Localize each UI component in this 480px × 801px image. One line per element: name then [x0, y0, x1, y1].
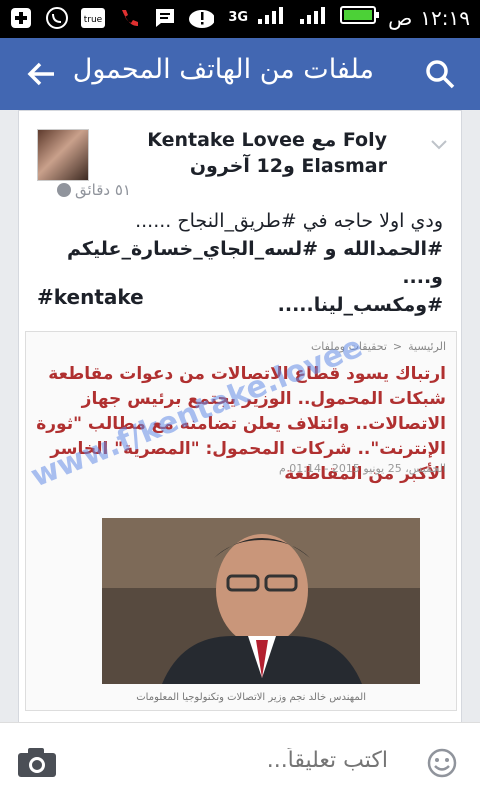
comment-input[interactable]: [86, 747, 390, 774]
breadcrumb-separator: <: [392, 340, 403, 353]
comment-composer: [0, 722, 480, 801]
emoji-icon[interactable]: [426, 747, 458, 779]
post-author-tagged[interactable]: Elasmar و12 آخرون: [57, 153, 387, 179]
page-title: ملفات من الهاتف المحمول: [72, 54, 374, 85]
alert-icon: [188, 5, 214, 31]
signal-icon: [256, 5, 290, 30]
article-date: الخميس، 25 يونيو 2015 - 01:14 م: [278, 462, 446, 475]
svg-text:true: true: [84, 15, 103, 25]
post-card: Foly مع Kentake Lovee Elasmar و12 آخرون …: [18, 110, 462, 724]
post-time[interactable]: ٥١ دقائق: [75, 181, 131, 199]
true-icon: true: [80, 5, 106, 31]
hashtag-link[interactable]: #kentake: [37, 285, 144, 309]
shared-article-image[interactable]: الرئيسية < تحقيقات وملفات ارتباك يسود قط…: [25, 329, 457, 711]
app-bar: ملفات من الهاتف المحمول: [0, 38, 480, 110]
notification-icons: true: [8, 5, 214, 31]
system-indicators: 3G ص ١٢:١٩: [228, 4, 470, 31]
status-bar: true 3G ص ١٢:١٩: [0, 0, 480, 38]
missed-call-icon: [116, 5, 142, 31]
battery-icon: [340, 4, 380, 31]
feed[interactable]: Foly مع Kentake Lovee Elasmar و12 آخرون …: [0, 110, 480, 724]
breadcrumb-home: الرئيسية: [408, 340, 446, 353]
photo-caption: المهندس خالد نجم وزير الاتصالات وتكنولوج…: [136, 692, 366, 703]
chevron-down-icon[interactable]: [431, 135, 447, 150]
search-icon[interactable]: [424, 58, 456, 90]
camera-icon[interactable]: [16, 745, 58, 779]
clock: ١٢:١٩: [420, 5, 470, 30]
whatsapp-icon: [44, 5, 70, 31]
ampm: ص: [388, 5, 413, 30]
back-arrow-icon[interactable]: [26, 58, 58, 90]
article-photo: [102, 518, 420, 684]
post-text-line: ودي اولا حاجه في #طريق_النجاح ......: [135, 210, 443, 232]
signal-2-icon: [298, 5, 332, 30]
breadcrumb: الرئيسية < تحقيقات وملفات: [311, 340, 446, 353]
breadcrumb-section: تحقيقات وملفات: [310, 340, 387, 353]
globe-icon: [57, 183, 71, 197]
add-icon: [8, 5, 34, 31]
post-meta: ٥١ دقائق: [57, 181, 387, 199]
post-text-line: #الحمدالله و #لسه_الجاي_خسارة_عليكم و...…: [67, 238, 443, 288]
message-icon: [152, 5, 178, 31]
network-type: 3G: [228, 10, 249, 25]
post-author[interactable]: Foly مع Kentake Lovee: [57, 127, 387, 153]
post-header: Foly مع Kentake Lovee Elasmar و12 آخرون …: [57, 127, 387, 199]
